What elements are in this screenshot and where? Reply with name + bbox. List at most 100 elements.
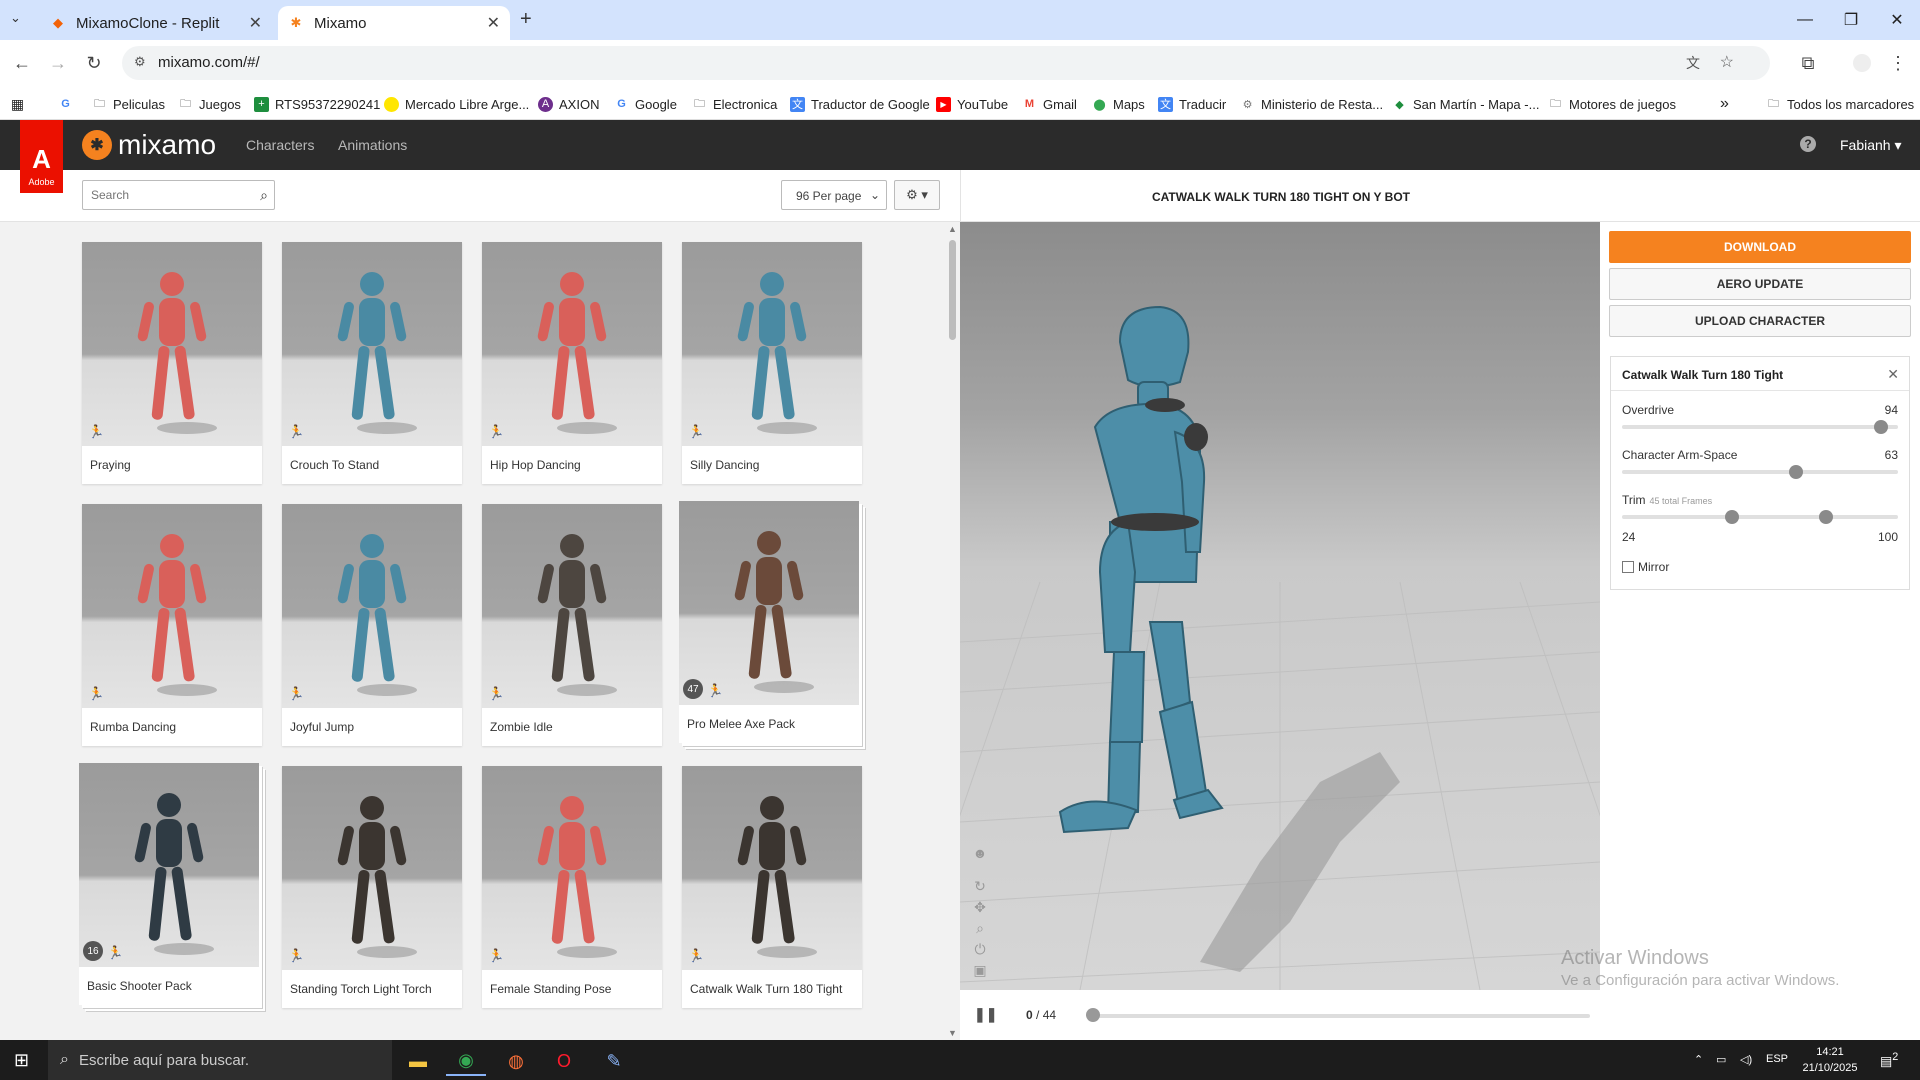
paint-icon[interactable]: ✎ bbox=[594, 1046, 634, 1076]
help-icon[interactable]: ? bbox=[1800, 136, 1816, 152]
tray-chevron-icon[interactable]: ⌃ bbox=[1694, 1053, 1703, 1066]
3d-viewport[interactable] bbox=[960, 222, 1600, 990]
pause-icon[interactable]: ❚❚ bbox=[974, 1006, 997, 1023]
new-tab-icon[interactable]: + bbox=[520, 8, 532, 31]
nav-characters[interactable]: Characters bbox=[246, 137, 314, 153]
upload-character-button[interactable]: UPLOAD CHARACTER bbox=[1609, 305, 1911, 337]
scrollbar-thumb[interactable] bbox=[949, 240, 956, 340]
bookmark-peliculas[interactable]: 🗀 Peliculas bbox=[92, 94, 165, 114]
extensions-icon[interactable]: ⧉ bbox=[1794, 49, 1822, 77]
user-menu[interactable]: Fabianh ▾ bbox=[1840, 137, 1902, 154]
search-input[interactable] bbox=[83, 181, 243, 209]
notifications-icon[interactable]: ▤2 bbox=[1880, 1051, 1898, 1069]
overdrive-slider[interactable] bbox=[1622, 425, 1898, 429]
mixamo-logo[interactable]: ✱ mixamo bbox=[82, 129, 216, 161]
aero-update-button[interactable]: AERO UPDATE bbox=[1609, 268, 1911, 300]
adobe-logo[interactable]: A Adobe bbox=[20, 120, 63, 193]
download-button[interactable]: DOWNLOAD bbox=[1609, 231, 1911, 263]
restore-icon[interactable]: ❐ bbox=[1828, 0, 1874, 40]
close-tab-icon[interactable]: ✕ bbox=[487, 13, 500, 33]
animation-card[interactable]: 16 🏃 Basic Shooter Pack bbox=[79, 763, 259, 1005]
network-icon[interactable]: ▭ bbox=[1716, 1053, 1726, 1066]
per-page-select[interactable]: 96 Per page ⌄ bbox=[781, 180, 887, 210]
bookmark-youtube[interactable]: ▶ YouTube bbox=[936, 94, 1008, 114]
search-icon[interactable]: ⌕ bbox=[260, 187, 268, 204]
skeleton-icon[interactable]: ☻ bbox=[972, 843, 988, 864]
animation-card[interactable]: 47 🏃 Pro Melee Axe Pack bbox=[679, 501, 859, 743]
menu-icon[interactable]: ⋮ bbox=[1884, 49, 1912, 77]
taskbar-search[interactable]: ⌕ Escribe aquí para buscar. bbox=[48, 1040, 392, 1080]
url-bar[interactable]: ⚙ mixamo.com/#/ 文 ☆ bbox=[122, 46, 1770, 80]
armspace-slider[interactable] bbox=[1622, 470, 1898, 474]
mirror-option[interactable]: Mirror bbox=[1622, 560, 1669, 574]
camera-icon[interactable]: ▣ bbox=[972, 960, 988, 981]
forward-icon[interactable]: → bbox=[44, 49, 72, 77]
firefox-icon[interactable]: ◍ bbox=[496, 1046, 536, 1076]
translate-icon[interactable]: 文 bbox=[1686, 53, 1700, 73]
tab-mixamo[interactable]: ✱ Mixamo ✕ bbox=[278, 6, 510, 40]
close-icon[interactable]: ✕ bbox=[1887, 366, 1899, 383]
scroll-up-icon[interactable]: ▲ bbox=[948, 224, 957, 234]
minimize-icon[interactable]: — bbox=[1782, 0, 1828, 40]
bookmarks-overflow-icon[interactable]: » bbox=[1720, 94, 1729, 114]
zoom-icon[interactable]: ⌕ bbox=[972, 918, 988, 939]
pan-icon[interactable]: ✥ bbox=[972, 897, 988, 918]
bookmark-rts[interactable]: + RTS95372290241 bbox=[254, 94, 380, 114]
profile-avatar[interactable] bbox=[1848, 49, 1876, 77]
armspace-slider-handle[interactable] bbox=[1788, 465, 1803, 479]
bookmark-maps[interactable]: ⬤ Maps bbox=[1092, 94, 1144, 114]
opera-icon[interactable]: O bbox=[544, 1046, 584, 1076]
animation-card[interactable]: 🏃 Crouch To Stand bbox=[282, 242, 462, 484]
overdrive-slider-handle[interactable] bbox=[1874, 420, 1889, 434]
volume-icon[interactable]: ◁) bbox=[1740, 1053, 1752, 1066]
bookmark-juegos[interactable]: 🗀 Juegos bbox=[178, 94, 241, 114]
file-explorer-icon[interactable]: ▬ bbox=[398, 1046, 438, 1076]
bookmark-gmail[interactable]: M Gmail bbox=[1022, 94, 1077, 114]
power-icon[interactable]: ⏻ bbox=[972, 939, 988, 960]
bookmark-mercadolibre[interactable]: Mercado Libre Arge... bbox=[384, 94, 529, 114]
bookmark-traducir[interactable]: 文 Traducir bbox=[1158, 94, 1226, 114]
bookmark-electronica[interactable]: 🗀 Electronica bbox=[692, 94, 777, 114]
reload-icon[interactable]: ↻ bbox=[80, 49, 108, 77]
animation-card[interactable]: 🏃 Standing Torch Light Torch bbox=[282, 766, 462, 1008]
bookmark-traductor[interactable]: 文 Traductor de Google bbox=[790, 94, 930, 114]
trim-end-handle[interactable] bbox=[1819, 510, 1834, 524]
trim-slider[interactable] bbox=[1622, 515, 1898, 519]
bookmark-sanmartin[interactable]: ◆ San Martín - Mapa -... bbox=[1392, 94, 1539, 114]
timeline-scrubber[interactable] bbox=[1086, 1008, 1100, 1022]
back-icon[interactable]: ← bbox=[8, 49, 36, 77]
language-indicator[interactable]: ESP bbox=[1766, 1053, 1788, 1065]
gallery-scrollbar[interactable]: ▲ ▼ bbox=[946, 222, 960, 1040]
animation-card[interactable]: 🏃 Female Standing Pose bbox=[482, 766, 662, 1008]
animation-card[interactable]: 🏃 Zombie Idle bbox=[482, 504, 662, 746]
bookmark-star-icon[interactable]: ☆ bbox=[1720, 52, 1734, 72]
clock[interactable]: 14:21 21/10/2025 bbox=[1790, 1044, 1870, 1076]
close-window-icon[interactable]: ✕ bbox=[1874, 0, 1920, 40]
nav-animations[interactable]: Animations bbox=[338, 137, 407, 153]
bookmark-google[interactable]: G Google bbox=[614, 94, 677, 114]
animation-card[interactable]: 🏃 Hip Hop Dancing bbox=[482, 242, 662, 484]
chrome-icon[interactable]: ◉ bbox=[446, 1046, 486, 1076]
mirror-checkbox[interactable] bbox=[1622, 561, 1634, 573]
bookmark-ministerio[interactable]: ⚙ Ministerio de Resta... bbox=[1240, 94, 1384, 114]
animation-card[interactable]: 🏃 Praying bbox=[82, 242, 262, 484]
scroll-down-icon[interactable]: ▼ bbox=[948, 1028, 957, 1038]
animation-card[interactable]: 🏃 Rumba Dancing bbox=[82, 504, 262, 746]
tab-replit[interactable]: ◆ MixamoClone - Replit ✕ bbox=[40, 6, 272, 40]
settings-dropdown-button[interactable]: ⚙ ▾ bbox=[894, 180, 940, 210]
bookmark-axion[interactable]: A AXION bbox=[538, 94, 599, 114]
animation-card[interactable]: 🏃 Joyful Jump bbox=[282, 504, 462, 746]
all-bookmarks[interactable]: 🗀 Todos los marcadores bbox=[1766, 94, 1914, 114]
bookmark-motores[interactable]: 🗀 Motores de juegos bbox=[1548, 94, 1676, 114]
apps-icon[interactable]: ▦ bbox=[10, 94, 31, 114]
windows-start-icon[interactable]: ⊞ bbox=[14, 1050, 29, 1071]
tab-list-icon[interactable]: ⌄ bbox=[10, 10, 21, 26]
trim-start-handle[interactable] bbox=[1725, 510, 1740, 524]
timeline-track[interactable] bbox=[1090, 1014, 1590, 1018]
close-tab-icon[interactable]: ✕ bbox=[249, 13, 262, 33]
site-info-icon[interactable]: ⚙ bbox=[134, 54, 146, 70]
google-bookmark-icon[interactable]: G bbox=[58, 94, 79, 114]
animation-card[interactable]: 🏃 Catwalk Walk Turn 180 Tight bbox=[682, 766, 862, 1008]
rotate-icon[interactable]: ↻ bbox=[972, 876, 988, 897]
animation-card[interactable]: 🏃 Silly Dancing bbox=[682, 242, 862, 484]
